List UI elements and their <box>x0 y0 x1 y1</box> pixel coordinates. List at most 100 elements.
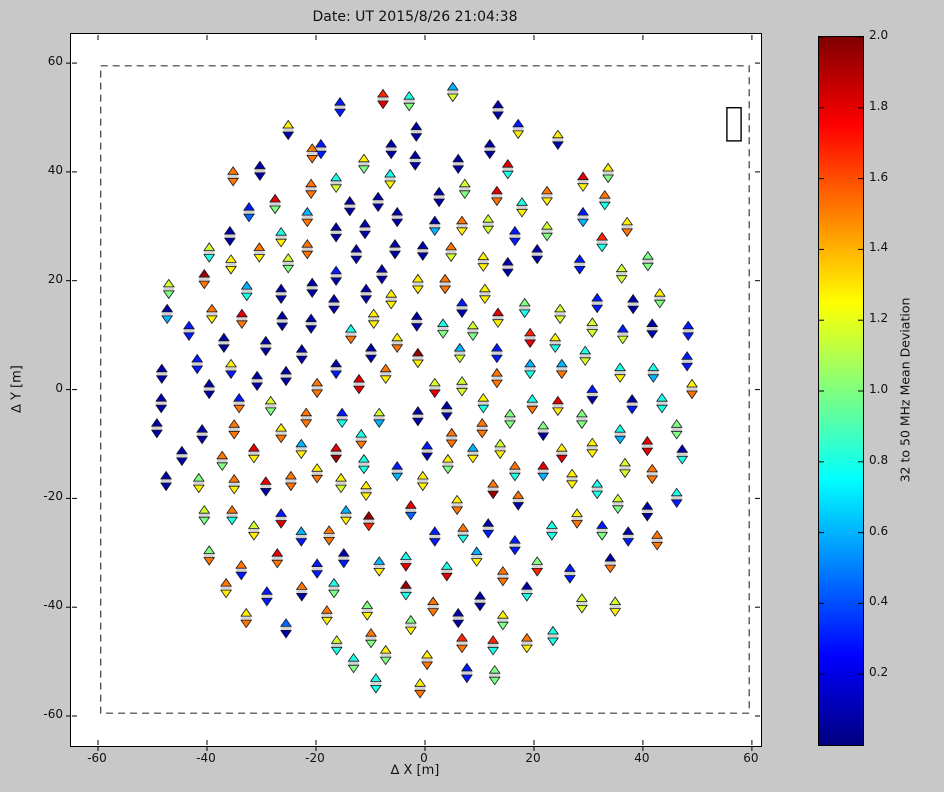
antenna-marker <box>478 283 491 305</box>
antenna-marker <box>373 556 386 577</box>
antenna-marker <box>260 586 273 607</box>
colorbar-label: 32 to 50 MHz Mean Deviation <box>897 297 913 483</box>
antenna-marker <box>627 293 640 315</box>
antenna-marker <box>676 444 689 465</box>
antenna-marker <box>501 256 514 278</box>
antenna-marker <box>554 303 567 325</box>
antenna-marker <box>626 393 639 415</box>
antenna-marker <box>264 395 277 417</box>
antenna-marker <box>403 90 416 112</box>
antenna-marker <box>615 263 628 284</box>
antenna-marker <box>458 178 471 200</box>
y-tick-label: -40 <box>43 598 63 613</box>
antenna-marker <box>247 442 260 464</box>
antenna-marker <box>409 150 422 171</box>
x-axis-label: ∆ X [m] <box>390 763 440 778</box>
antenna-marker <box>226 504 239 526</box>
antenna-marker <box>566 468 579 490</box>
antenna-marker <box>596 520 609 541</box>
antenna-marker <box>355 428 368 450</box>
antenna-marker <box>456 215 468 237</box>
antenna-marker <box>282 253 295 274</box>
y-tick-label: 20 <box>47 271 63 286</box>
antenna-marker <box>483 138 496 160</box>
antenna-marker <box>155 392 168 414</box>
antenna-marker <box>614 362 627 383</box>
antenna-marker <box>233 392 246 414</box>
antenna-marker <box>235 308 248 330</box>
antenna-marker <box>656 392 668 414</box>
axis-tick-marks <box>66 35 760 751</box>
antenna-marker <box>428 215 441 237</box>
antenna-marker <box>456 297 468 319</box>
antenna-marker <box>240 280 253 302</box>
antenna-marker <box>411 405 424 427</box>
antenna-marker <box>537 420 550 442</box>
antenna-marker <box>203 545 216 566</box>
antenna-marker <box>353 373 365 395</box>
colorbar <box>818 36 864 746</box>
antenna-marker <box>198 268 211 290</box>
y-tick-label: 40 <box>47 162 63 177</box>
antenna-marker <box>670 419 683 440</box>
antenna-marker <box>330 172 343 194</box>
antenna-marker <box>385 288 398 310</box>
antenna-marker <box>373 407 386 429</box>
antenna-marker <box>428 377 441 399</box>
antenna-marker <box>311 377 324 399</box>
antenna-marker <box>476 417 489 439</box>
antenna-marker <box>439 273 452 295</box>
antenna-marker <box>305 313 318 334</box>
antenna-marker <box>526 393 539 415</box>
antenna-marker <box>161 303 174 325</box>
antenna-marker <box>205 303 218 325</box>
antenna-marker <box>306 277 319 299</box>
antenna-marker <box>269 193 282 215</box>
antenna-marker <box>547 625 559 647</box>
antenna-marker <box>365 627 377 649</box>
antenna-marker <box>577 171 589 192</box>
colorbar-tick-label: 0.2 <box>869 665 889 680</box>
antenna-marker <box>545 520 558 541</box>
antenna-marker <box>492 307 504 328</box>
colorbar-tick-label: 0.6 <box>869 523 889 538</box>
antenna-marker <box>604 552 617 574</box>
antenna-marker <box>501 158 514 180</box>
antenna-marker <box>275 422 288 444</box>
antenna-marker <box>359 218 371 240</box>
antenna-marker <box>512 490 525 511</box>
y-tick-label: -60 <box>43 707 63 721</box>
antenna-marker <box>575 408 588 430</box>
antenna-marker <box>191 353 204 375</box>
plot-area <box>66 33 762 751</box>
antenna-marker <box>421 440 434 462</box>
antenna-marker <box>670 487 683 509</box>
antenna-marker <box>391 460 404 482</box>
antenna-marker <box>295 343 308 365</box>
antenna-marker <box>441 453 454 475</box>
antenna-marker <box>466 442 479 464</box>
antenna-marker <box>305 178 318 200</box>
antenna-marker <box>586 437 599 459</box>
antenna-marker <box>335 472 347 494</box>
antenna-marker <box>524 327 537 349</box>
antenna-marker <box>602 162 615 184</box>
colorbar-tick-label: 1.8 <box>869 98 889 113</box>
antenna-marker <box>445 427 458 449</box>
y-axis-label: ∆ Y [m] <box>9 365 25 413</box>
antenna-marker <box>150 417 163 439</box>
y-tick-label: 60 <box>47 54 63 69</box>
antenna-marker <box>456 632 468 654</box>
antenna-marker <box>216 450 229 472</box>
antenna-marker <box>579 345 592 367</box>
antenna-marker <box>328 577 340 599</box>
antenna-marker <box>551 129 564 151</box>
antenna-marker <box>275 508 288 529</box>
antenna-marker <box>681 351 694 372</box>
antenna-marker <box>357 153 370 175</box>
antenna-marker <box>453 342 466 364</box>
antenna-marker <box>586 317 599 338</box>
antenna-marker <box>360 480 373 502</box>
antenna-marker <box>280 618 292 639</box>
antenna-marker <box>343 195 356 217</box>
